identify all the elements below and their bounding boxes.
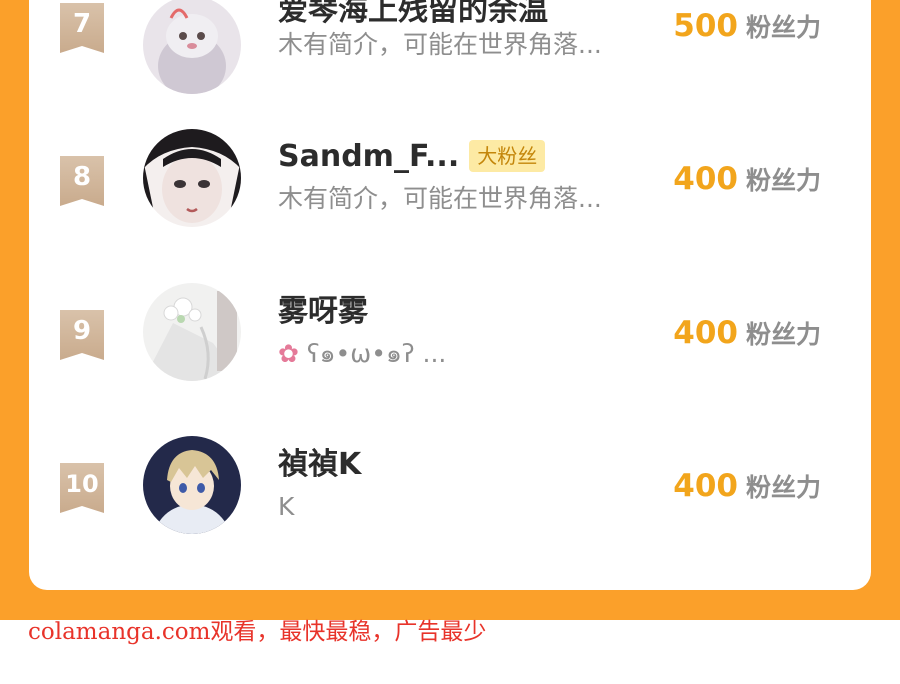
- white-flowers-avatar: [143, 283, 241, 381]
- ranking-row[interactable]: 10 禎禎K K 400 粉丝力: [29, 430, 871, 540]
- rank-number: 7: [72, 9, 92, 39]
- score-value: 500: [673, 8, 738, 44]
- user-name[interactable]: 雾呀雾: [278, 294, 368, 330]
- user-bio: ✿ ʕ๑•ω•๑ʔ ...: [278, 339, 446, 369]
- fan-power-score: 400 粉丝力: [673, 161, 821, 202]
- rank-number: 10: [65, 470, 99, 498]
- rank-flag-icon: 8: [60, 156, 104, 206]
- rank-flag-icon: 9: [60, 310, 104, 360]
- fan-power-score: 500 粉丝力: [673, 8, 821, 49]
- user-name[interactable]: 爱琴海上残留的余温: [278, 0, 548, 29]
- fan-ranking-card: 7 爱琴海上残留的余温 木有简介，可能在世界角落... 500 粉丝力 8 Sa…: [29, 0, 871, 590]
- ranking-row[interactable]: 9 雾呀雾 ✿ ʕ๑•ω•๑ʔ ... 400 粉丝力: [29, 277, 871, 387]
- avatar[interactable]: [143, 129, 241, 227]
- rank-number: 8: [72, 162, 92, 192]
- score-value: 400: [673, 161, 738, 197]
- user-name-text: Sandm_F...: [278, 139, 460, 174]
- fan-power-score: 400 粉丝力: [673, 315, 821, 356]
- user-bio: K: [278, 492, 295, 521]
- avatar[interactable]: [143, 436, 241, 534]
- big-fan-badge: 大粉丝: [469, 140, 546, 172]
- plush-toy-avatar: [143, 0, 241, 94]
- rank-flag-icon: 10: [60, 463, 104, 513]
- avatar[interactable]: [143, 283, 241, 381]
- ranking-row[interactable]: 8 Sandm_F... 大粉丝 木有简介，可能在世界角落... 400 粉丝力: [29, 123, 871, 233]
- rank-number: 9: [72, 316, 92, 346]
- fan-power-score: 400 粉丝力: [673, 468, 821, 509]
- avatar[interactable]: [143, 0, 241, 94]
- user-name[interactable]: 禎禎K: [278, 447, 361, 483]
- cherry-blossom-icon: ✿: [278, 339, 299, 368]
- anime-boy-avatar: [143, 436, 241, 534]
- score-unit: 粉丝力: [745, 473, 821, 502]
- score-value: 400: [673, 468, 738, 504]
- score-unit: 粉丝力: [745, 13, 821, 42]
- user-bio: 木有简介，可能在世界角落...: [278, 184, 602, 213]
- ranking-row[interactable]: 7 爱琴海上残留的余温 木有简介，可能在世界角落... 500 粉丝力: [29, 0, 871, 94]
- anime-girl-avatar: [143, 129, 241, 227]
- user-bio-text: ʕ๑•ω•๑ʔ ...: [306, 339, 447, 368]
- score-unit: 粉丝力: [745, 166, 821, 195]
- site-watermark: colamanga.com观看，最快最稳，广告最少: [28, 619, 487, 645]
- rank-flag-icon: 7: [60, 3, 104, 53]
- user-name[interactable]: Sandm_F... 大粉丝: [278, 139, 546, 175]
- score-value: 400: [673, 315, 738, 351]
- score-unit: 粉丝力: [745, 320, 821, 349]
- user-bio: 木有简介，可能在世界角落...: [278, 30, 602, 59]
